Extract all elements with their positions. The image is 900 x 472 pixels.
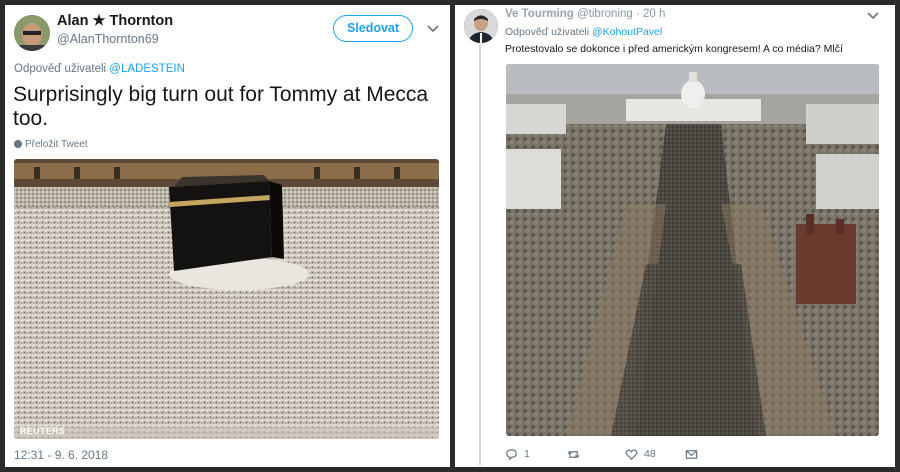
reply-icon: [506, 448, 517, 461]
tweet-timestamp[interactable]: 12:31 - 9. 6. 2018: [14, 448, 108, 462]
translate-label: Přeložit Tweet: [25, 139, 88, 150]
replying-mention-link[interactable]: @LADESTEIN: [109, 63, 185, 75]
replying-prefix: Odpověď uživateli: [505, 26, 590, 38]
author-avatar[interactable]: [14, 15, 50, 51]
tweet-image-inauguration-crowd[interactable]: [506, 64, 879, 436]
tweet-text: Surprisingly big turn out for Tommy at M…: [13, 83, 429, 130]
replying-mention-link[interactable]: @KohoutPavel: [592, 26, 662, 38]
time-ago[interactable]: · 20 h: [636, 8, 665, 20]
right-tweet-panel: Ve Tourming @tibroning · 20 h Odpověď už…: [455, 5, 895, 467]
author-name[interactable]: Alan ★ Thornton: [57, 13, 173, 29]
like-icon: [625, 448, 638, 460]
follow-button[interactable]: Sledovat: [333, 15, 413, 42]
reply-action[interactable]: 1: [505, 446, 530, 462]
reply-count: 1: [524, 448, 530, 460]
author-name-obscured[interactable]: Ve Tourming @tibroning · 20 h: [505, 8, 665, 20]
message-icon: [685, 449, 698, 459]
left-tweet-panel: Alan ★ Thornton @AlanThornton69 Sledovat…: [5, 5, 450, 467]
like-count: 48: [644, 448, 656, 460]
retweet-icon: [567, 450, 580, 458]
author-handle: @tibroning: [577, 8, 633, 20]
globe-icon: [14, 140, 22, 148]
replying-to: Odpověď uživateli @LADESTEIN: [14, 63, 185, 75]
thread-line: [479, 45, 481, 465]
tweet-text: Protestovalo se dokonce i před americkým…: [505, 43, 843, 55]
message-action[interactable]: [685, 446, 698, 462]
chevron-down-icon[interactable]: [867, 9, 879, 23]
replying-to: Odpověď uživateli @KohoutPavel: [505, 26, 662, 38]
image-watermark: REUTERS: [20, 426, 66, 436]
replying-prefix: Odpověď uživateli: [14, 63, 107, 75]
translate-link[interactable]: Přeložit Tweet: [14, 139, 88, 150]
author-name: Ve Tourming: [505, 8, 574, 20]
tweet-image-mecca-crowd[interactable]: REUTERS: [14, 159, 439, 439]
like-action[interactable]: 48: [625, 446, 656, 462]
author-avatar[interactable]: [464, 9, 498, 43]
retweet-action[interactable]: [567, 446, 586, 462]
chevron-down-icon[interactable]: [427, 22, 439, 36]
author-handle[interactable]: @AlanThornton69: [57, 32, 159, 46]
